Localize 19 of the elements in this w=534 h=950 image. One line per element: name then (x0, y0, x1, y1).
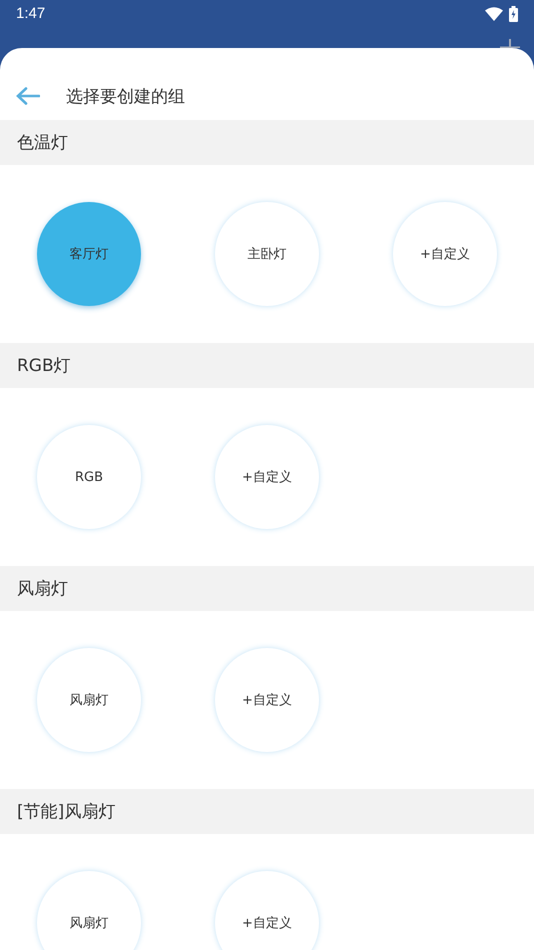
section-title: 风扇灯 (17, 578, 68, 600)
group-option[interactable]: 风扇灯 (37, 648, 141, 752)
group-option[interactable]: +自定义 (215, 425, 319, 529)
battery-icon (509, 6, 518, 22)
group-option[interactable]: 风扇灯 (37, 871, 141, 950)
back-arrow-icon[interactable] (16, 87, 40, 105)
sheet-title: 选择要创建的组 (66, 86, 185, 108)
group-option[interactable]: +自定义 (215, 871, 319, 950)
section-title: 色温灯 (17, 132, 68, 154)
section-title: RGB灯 (17, 355, 71, 377)
wifi-icon (485, 6, 503, 20)
group-option[interactable]: 主卧灯 (215, 202, 319, 306)
group-option[interactable]: +自定义 (215, 648, 319, 752)
plus-icon[interactable] (500, 39, 520, 48)
group-option[interactable]: 客厅灯 (37, 202, 141, 306)
status-time: 1:47 (16, 5, 46, 22)
section-title: [节能]风扇灯 (17, 801, 116, 823)
group-option[interactable]: RGB (37, 425, 141, 529)
group-option[interactable]: +自定义 (393, 202, 497, 306)
